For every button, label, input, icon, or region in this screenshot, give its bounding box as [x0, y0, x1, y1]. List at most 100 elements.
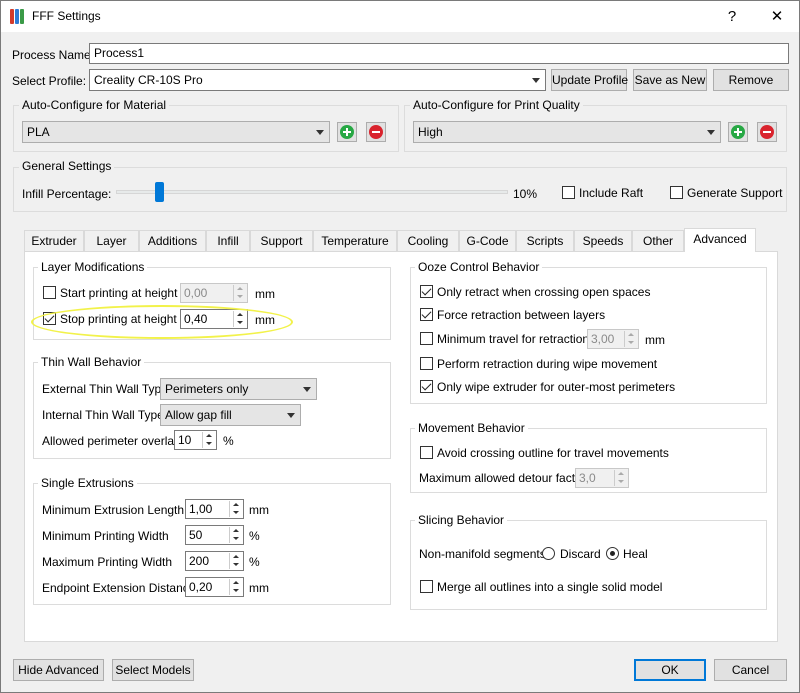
endpoint-extension-unit: mm	[249, 581, 269, 595]
tab-temperature[interactable]: Temperature	[313, 230, 397, 251]
spin-up-icon[interactable]	[229, 579, 242, 587]
avoid-crossing-checkbox[interactable]	[420, 446, 433, 459]
min-travel-spinbox[interactable]: 3,00	[587, 329, 639, 349]
min-printing-width-value: 50	[189, 528, 203, 542]
yellow-highlight-annotation	[31, 305, 293, 339]
add-material-button[interactable]	[337, 122, 357, 142]
minus-icon	[369, 125, 383, 139]
spin-down-icon[interactable]	[202, 440, 215, 448]
min-extrusion-length-spinbox[interactable]: 1,00	[185, 499, 244, 519]
tab-additions[interactable]: Additions	[139, 230, 206, 251]
tab-other[interactable]: Other	[632, 230, 684, 251]
spin-up-icon[interactable]	[202, 432, 215, 440]
tab-layer[interactable]: Layer	[84, 230, 139, 251]
quality-select[interactable]: High	[413, 121, 721, 143]
min-printing-width-spinbox[interactable]: 50	[185, 525, 244, 545]
spin-down-icon[interactable]	[229, 509, 242, 517]
merge-outlines-checkbox[interactable]	[420, 580, 433, 593]
single-extrusions-title: Single Extrusions	[38, 476, 137, 490]
plus-icon	[731, 125, 745, 139]
chevron-down-icon	[707, 130, 715, 135]
tab-extruder[interactable]: Extruder	[24, 230, 84, 251]
infill-slider-handle[interactable]	[155, 182, 164, 202]
perimeter-overlap-value: 10	[178, 433, 192, 447]
perimeter-overlap-label: Allowed perimeter overlap	[42, 434, 181, 448]
discard-radio[interactable]	[542, 547, 555, 560]
only-retract-checkbox[interactable]	[420, 285, 433, 298]
quality-group-title: Auto-Configure for Print Quality	[410, 98, 583, 112]
spin-down-icon[interactable]	[229, 587, 242, 595]
non-manifold-label: Non-manifold segments:	[419, 547, 550, 561]
profile-select[interactable]: Creality CR-10S Pro	[89, 69, 546, 91]
spin-down-icon[interactable]	[229, 535, 242, 543]
tab-infill[interactable]: Infill	[206, 230, 250, 251]
start-printing-label: Start printing at height	[60, 286, 178, 300]
movement-title: Movement Behavior	[415, 421, 528, 435]
hide-advanced-button[interactable]: Hide Advanced	[13, 659, 104, 681]
external-thin-wall-select[interactable]: Perimeters only	[160, 378, 317, 400]
tab-g-code[interactable]: G-Code	[459, 230, 516, 251]
process-name-input[interactable]: Process1	[89, 43, 789, 64]
help-button[interactable]: ?	[709, 1, 755, 32]
save-as-new-button[interactable]: Save as New	[633, 69, 707, 91]
start-height-spinbox[interactable]: 0,00	[180, 283, 248, 303]
chevron-down-icon	[287, 413, 295, 418]
include-raft-checkbox[interactable]	[562, 186, 575, 199]
material-group-title: Auto-Configure for Material	[19, 98, 170, 112]
remove-profile-button[interactable]: Remove	[713, 69, 789, 91]
add-quality-button[interactable]	[728, 122, 748, 142]
spin-up-icon[interactable]	[229, 553, 242, 561]
force-retract-label: Force retraction between layers	[437, 308, 606, 322]
min-extrusion-length-value: 1,00	[189, 502, 213, 516]
heal-radio[interactable]	[606, 547, 619, 560]
force-retract-checkbox[interactable]	[420, 308, 433, 321]
thin-wall-title: Thin Wall Behavior	[38, 355, 145, 369]
spin-up-icon[interactable]	[229, 501, 242, 509]
spin-up-icon[interactable]	[624, 331, 637, 339]
tab-advanced[interactable]: Advanced	[684, 228, 756, 252]
infill-value: 10%	[513, 187, 538, 201]
ok-button[interactable]: OK	[634, 659, 706, 681]
tab-scripts[interactable]: Scripts	[516, 230, 574, 251]
chevron-down-icon	[316, 130, 324, 135]
spin-down-icon[interactable]	[229, 561, 242, 569]
tab-speeds[interactable]: Speeds	[574, 230, 632, 251]
select-profile-label: Select Profile:	[12, 74, 87, 88]
endpoint-extension-value: 0,20	[189, 580, 213, 594]
remove-quality-button[interactable]	[757, 122, 777, 142]
generate-support-checkbox[interactable]	[670, 186, 683, 199]
generate-support-label: Generate Support	[687, 186, 783, 200]
max-printing-width-spinbox[interactable]: 200	[185, 551, 244, 571]
select-models-button[interactable]: Select Models	[112, 659, 194, 681]
min-printing-width-unit: %	[249, 529, 260, 543]
discard-label: Discard	[560, 547, 601, 561]
only-wipe-checkbox[interactable]	[420, 380, 433, 393]
internal-thin-wall-label: Internal Thin Wall Type	[42, 408, 164, 422]
update-profile-button[interactable]: Update Profile	[551, 69, 628, 91]
spin-down-icon[interactable]	[614, 478, 627, 486]
detour-factor-spinbox[interactable]: 3,0	[575, 468, 629, 488]
tab-cooling[interactable]: Cooling	[397, 230, 459, 251]
internal-thin-wall-value: Allow gap fill	[165, 408, 232, 422]
close-icon[interactable]: ✕	[754, 1, 800, 32]
internal-thin-wall-select[interactable]: Allow gap fill	[160, 404, 301, 426]
spin-up-icon[interactable]	[614, 470, 627, 478]
only-retract-label: Only retract when crossing open spaces	[437, 285, 651, 299]
max-printing-width-unit: %	[249, 555, 260, 569]
title-bar: FFF Settings ? ✕	[1, 1, 799, 32]
perimeter-overlap-spinbox[interactable]: 10	[174, 430, 217, 450]
spin-up-icon[interactable]	[233, 285, 246, 293]
min-travel-checkbox[interactable]	[420, 332, 433, 345]
cancel-button[interactable]: Cancel	[714, 659, 787, 681]
infill-slider-track[interactable]	[116, 190, 508, 194]
material-select[interactable]: PLA	[22, 121, 330, 143]
wipe-retract-checkbox[interactable]	[420, 357, 433, 370]
spin-down-icon[interactable]	[624, 339, 637, 347]
spin-up-icon[interactable]	[229, 527, 242, 535]
spin-down-icon[interactable]	[233, 293, 246, 301]
remove-material-button[interactable]	[366, 122, 386, 142]
tab-support[interactable]: Support	[250, 230, 313, 251]
endpoint-extension-spinbox[interactable]: 0,20	[185, 577, 244, 597]
start-printing-checkbox[interactable]	[43, 286, 56, 299]
detour-factor-value: 3,0	[579, 471, 596, 485]
